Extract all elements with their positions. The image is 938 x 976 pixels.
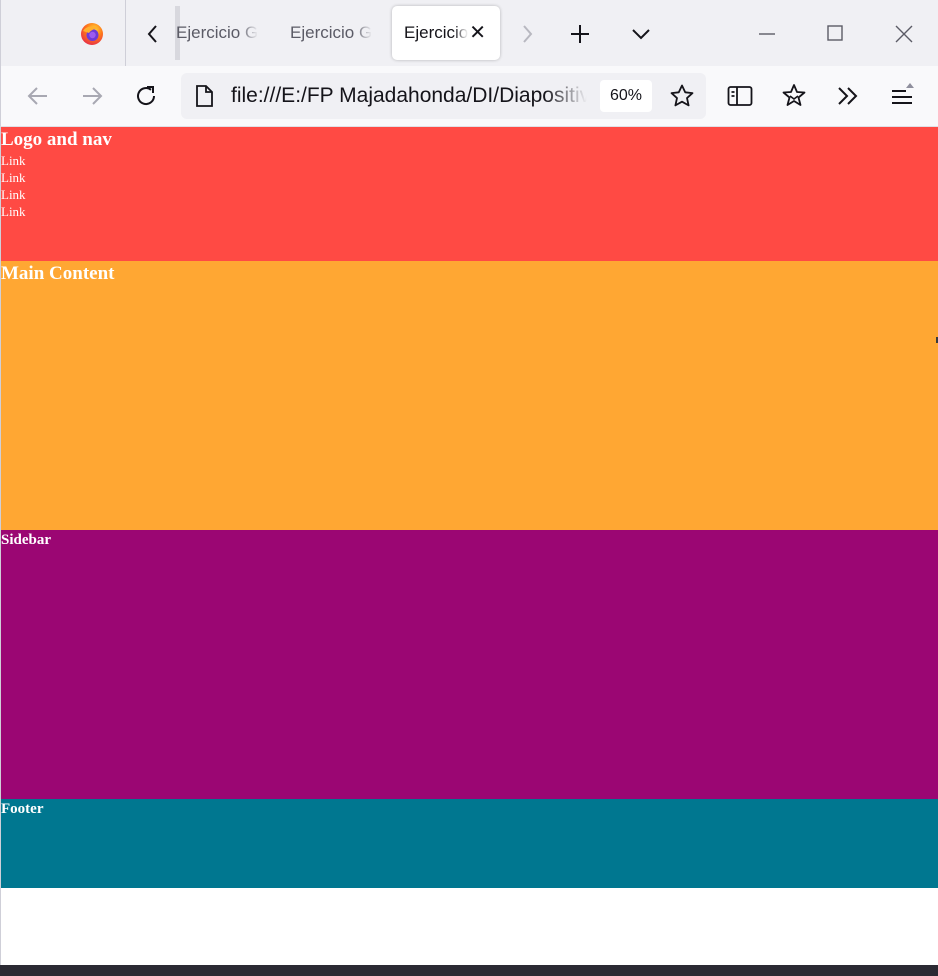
tab-label: Ejercicio G — [176, 23, 258, 42]
tab-label: Ejercicio G — [290, 23, 372, 42]
page-viewport: Logo and nav Link Link Link Link Main Co… — [0, 127, 938, 965]
plus-icon[interactable] — [568, 20, 592, 48]
address-bar[interactable]: file:///E:/FP Majadahonda/DI/Diapositiv … — [181, 73, 706, 119]
star-icon[interactable] — [669, 83, 695, 109]
minimize-icon[interactable] — [755, 22, 779, 46]
tab-ejercicio-2[interactable]: Ejercicio G — [290, 6, 390, 60]
main-content-title: Main Content — [1, 263, 115, 284]
header-title: Logo and nav — [1, 129, 112, 150]
back-arrow-icon[interactable] — [25, 83, 51, 109]
header-section: Logo and nav Link Link Link Link — [1, 127, 938, 261]
nav-link-1[interactable]: Link — [1, 152, 938, 169]
nav-link-2[interactable]: Link — [1, 169, 938, 186]
main-content-section: Main Content — [1, 261, 938, 530]
sidebar-title: Sidebar — [1, 532, 52, 548]
close-tab-icon[interactable]: ✕ — [469, 6, 486, 60]
sidebar-icon[interactable] — [726, 83, 754, 109]
tab-ejercicio-active[interactable]: Ejercicio ✕ — [392, 6, 500, 60]
maximize-icon[interactable] — [823, 21, 847, 45]
overflow-icon[interactable] — [834, 83, 862, 109]
footer-section: Footer — [1, 799, 938, 888]
pocket-icon[interactable] — [780, 82, 808, 110]
chevron-down-icon[interactable] — [629, 22, 653, 46]
tab-strip-divider — [125, 0, 126, 66]
footer-title: Footer — [1, 801, 44, 817]
navigation-toolbar: file:///E:/FP Majadahonda/DI/Diapositiv … — [0, 66, 938, 127]
tab-strip: Ejercicio G Ejercicio G Ejercicio ✕ — [0, 0, 938, 66]
tab-ejercicio-1[interactable]: Ejercicio G — [176, 6, 276, 60]
tab-label: Ejercicio — [404, 23, 468, 42]
hamburger-menu-icon[interactable] — [887, 80, 917, 110]
close-icon[interactable] — [891, 21, 917, 47]
chevron-left-icon[interactable] — [143, 22, 163, 46]
chevron-right-icon[interactable] — [517, 22, 537, 46]
nav-link-3[interactable]: Link — [1, 186, 938, 203]
page-icon[interactable] — [193, 84, 215, 108]
reload-icon[interactable] — [133, 83, 159, 109]
forward-arrow-icon[interactable] — [79, 83, 105, 109]
zoom-level-badge[interactable]: 60% — [600, 80, 652, 112]
sidebar-section: Sidebar — [1, 530, 938, 799]
url-text[interactable]: file:///E:/FP Majadahonda/DI/Diapositiv — [231, 73, 587, 119]
window-bottom-edge — [0, 965, 938, 976]
nav-link-4[interactable]: Link — [1, 203, 938, 220]
firefox-logo[interactable] — [80, 22, 104, 46]
